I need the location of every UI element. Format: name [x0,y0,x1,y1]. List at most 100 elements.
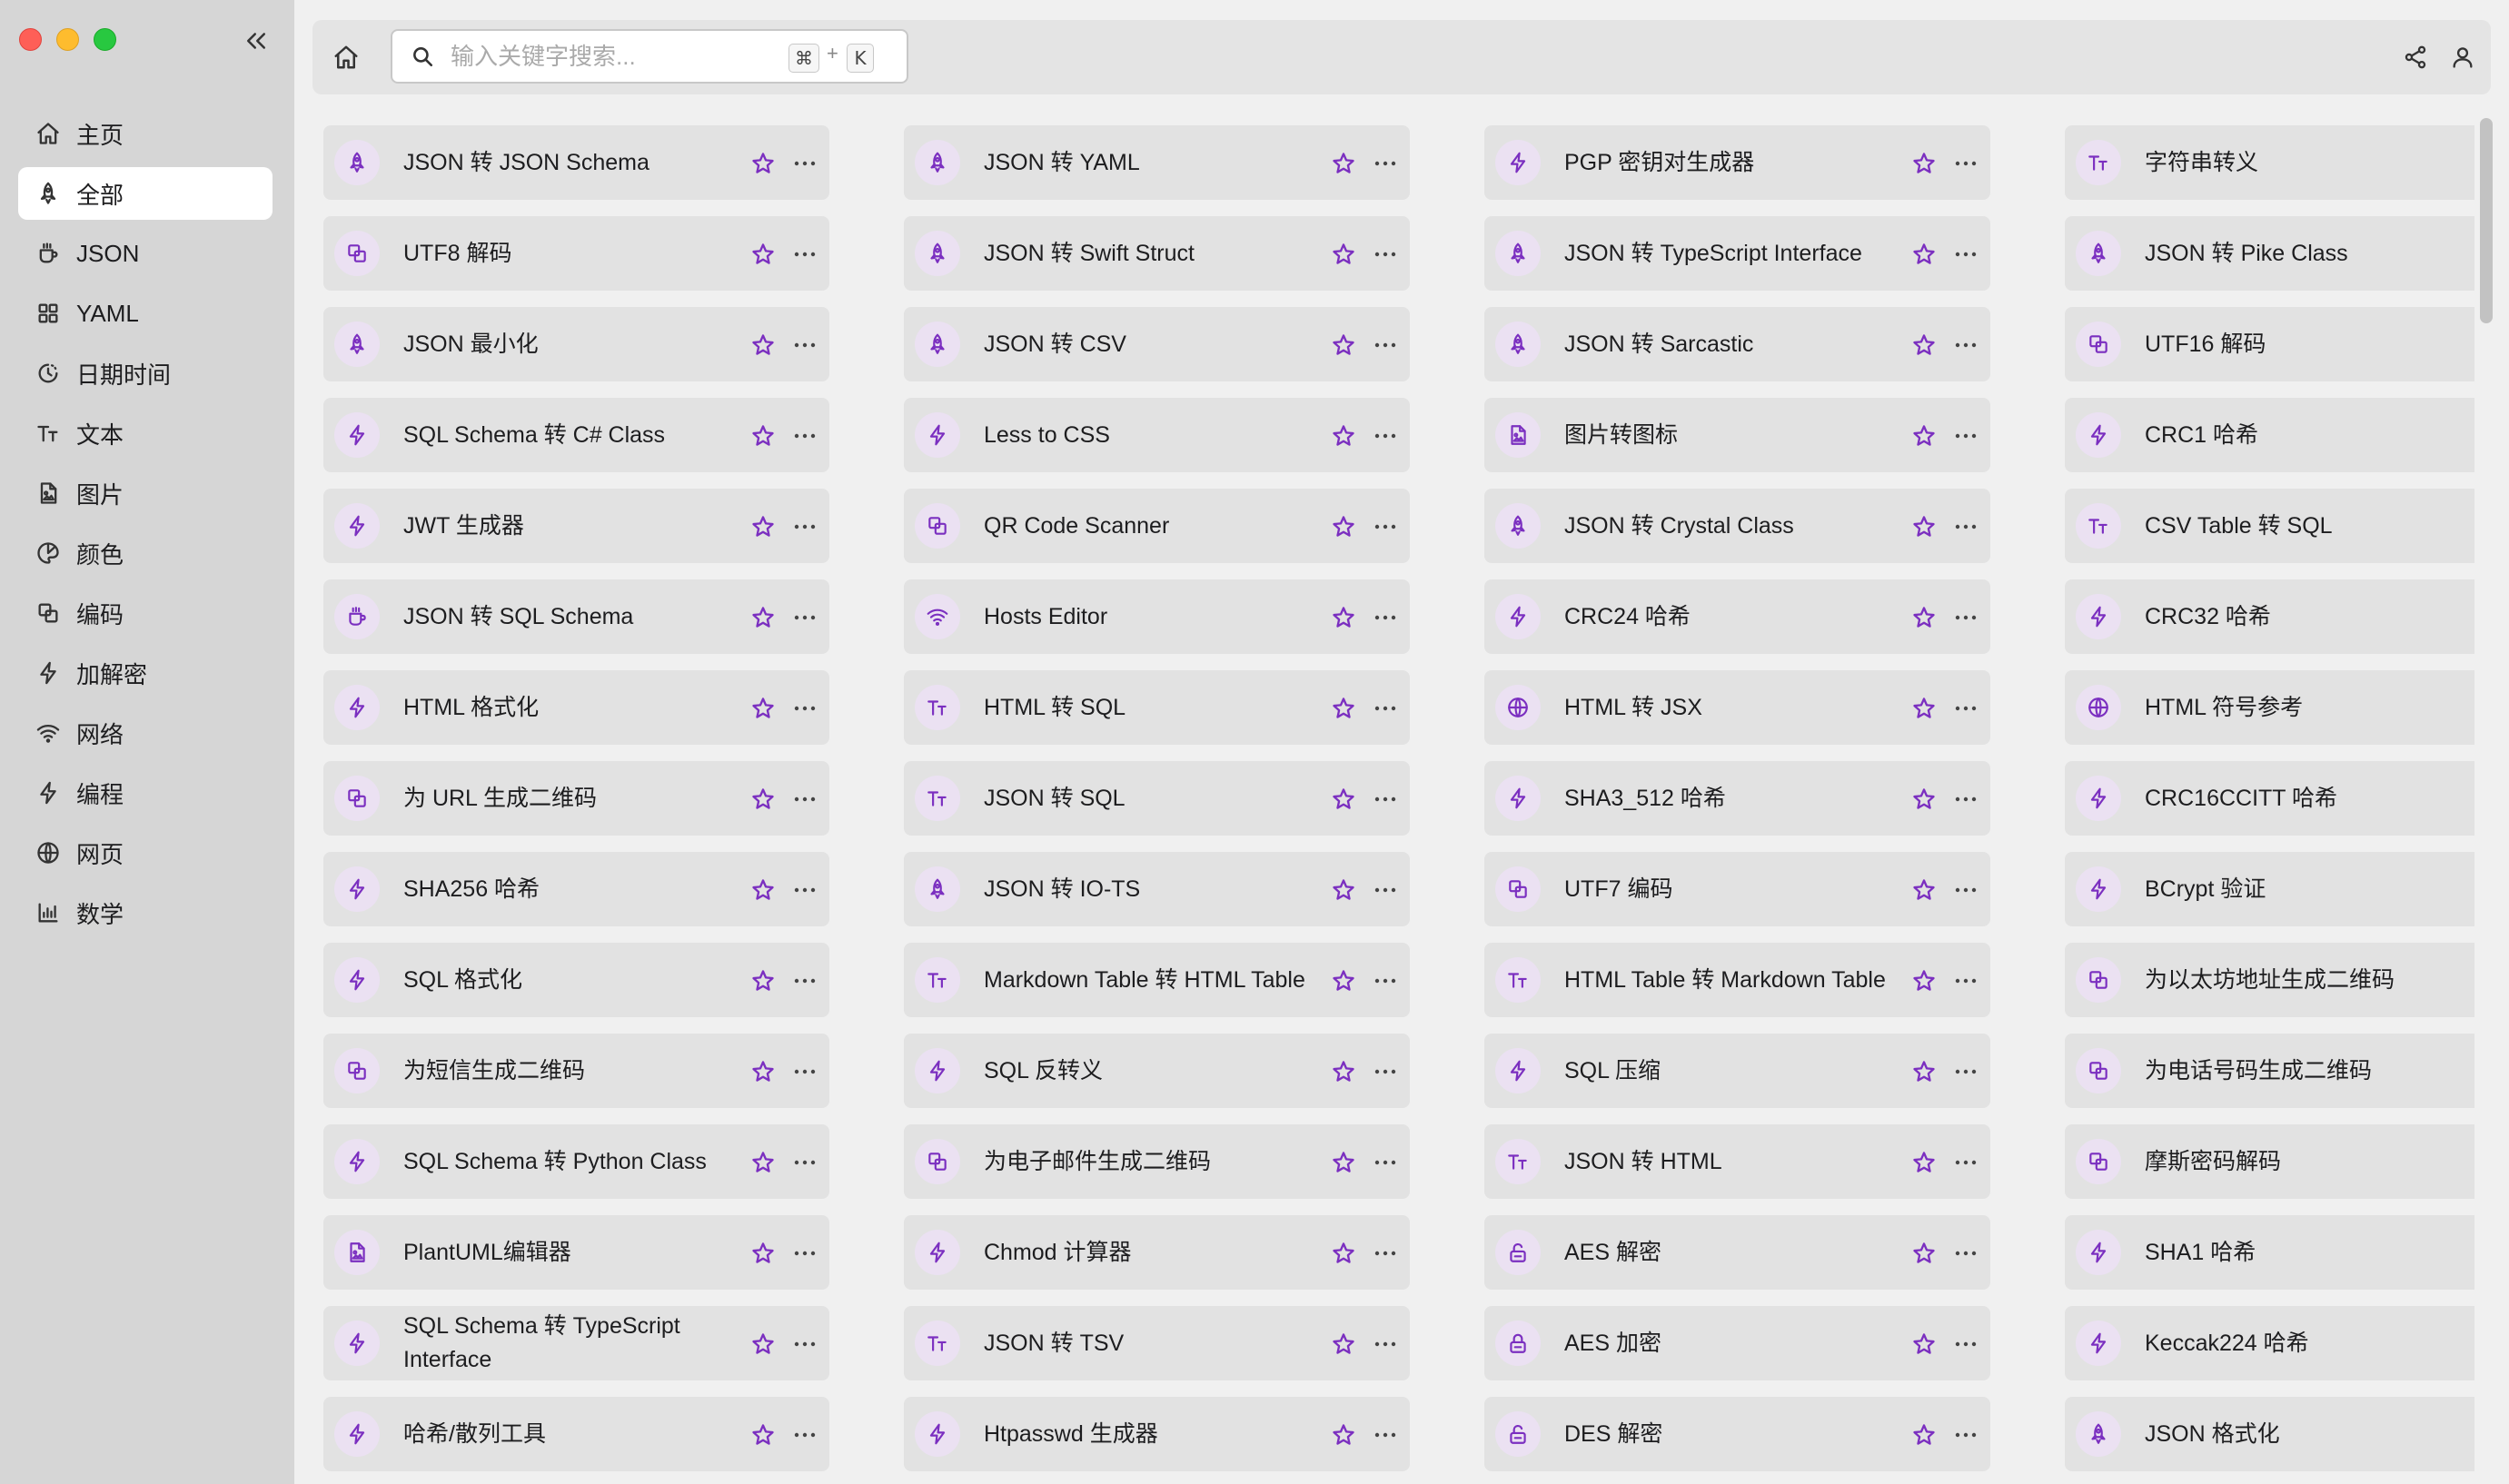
collapse-sidebar-button[interactable] [241,25,272,56]
star-icon[interactable] [749,785,778,814]
tool-card[interactable]: Keccak224 哈希 [2065,1306,2474,1380]
tool-card[interactable]: Hosts Editor [904,579,1410,654]
star-icon[interactable] [1909,331,1939,360]
tool-card[interactable]: 字符串转义 [2065,125,2474,200]
tool-card[interactable]: AES 加密 [1484,1306,1990,1380]
tool-card[interactable]: HTML 符号参考 [2065,670,2474,745]
star-icon[interactable] [1329,966,1358,995]
more-options-icon[interactable] [790,694,819,723]
tool-card[interactable]: CRC32 哈希 [2065,579,2474,654]
star-icon[interactable] [1909,1148,1939,1177]
sidebar-item-3[interactable]: YAML [18,287,273,340]
home-button[interactable] [329,40,363,74]
star-icon[interactable] [749,1239,778,1268]
more-options-icon[interactable] [1951,1057,1980,1086]
star-icon[interactable] [1909,603,1939,632]
star-icon[interactable] [1909,966,1939,995]
sidebar-item-8[interactable]: 编码 [18,587,273,639]
sidebar-item-4[interactable]: 日期时间 [18,347,273,400]
star-icon[interactable] [749,240,778,269]
tool-card[interactable]: CRC16CCITT 哈希 [2065,761,2474,836]
star-icon[interactable] [749,694,778,723]
tool-card[interactable]: SQL 反转义 [904,1034,1410,1108]
more-options-icon[interactable] [1371,512,1400,541]
more-options-icon[interactable] [790,421,819,450]
more-options-icon[interactable] [790,1148,819,1177]
tool-card[interactable]: 哈希/散列工具 [323,1397,829,1471]
more-options-icon[interactable] [790,876,819,905]
more-options-icon[interactable] [1951,1420,1980,1449]
tool-card[interactable]: SQL 格式化 [323,943,829,1017]
star-icon[interactable] [1909,694,1939,723]
sidebar-item-10[interactable]: 网络 [18,707,273,759]
star-icon[interactable] [1909,149,1939,178]
tool-card[interactable]: CSV Table 转 SQL [2065,489,2474,563]
tool-card[interactable]: 为 URL 生成二维码 [323,761,829,836]
more-options-icon[interactable] [790,1330,819,1359]
tool-card[interactable]: SHA3_512 哈希 [1484,761,1990,836]
tool-card[interactable]: Markdown Table 转 HTML Table [904,943,1410,1017]
star-icon[interactable] [1909,1330,1939,1359]
more-options-icon[interactable] [1951,512,1980,541]
sidebar-item-9[interactable]: 加解密 [18,647,273,699]
more-options-icon[interactable] [1951,966,1980,995]
search-input[interactable] [449,41,794,72]
more-options-icon[interactable] [1951,603,1980,632]
star-icon[interactable] [1329,1330,1358,1359]
more-options-icon[interactable] [1371,1239,1400,1268]
more-options-icon[interactable] [1371,694,1400,723]
star-icon[interactable] [1329,603,1358,632]
tool-card[interactable]: AES 解密 [1484,1215,1990,1290]
more-options-icon[interactable] [790,1057,819,1086]
sidebar-item-0[interactable]: 主页 [18,107,273,160]
account-button[interactable] [2445,40,2480,74]
tool-card[interactable]: Less to CSS [904,398,1410,472]
more-options-icon[interactable] [790,785,819,814]
more-options-icon[interactable] [1371,1148,1400,1177]
tool-card[interactable]: 为电子邮件生成二维码 [904,1124,1410,1199]
tool-card[interactable]: HTML 转 SQL [904,670,1410,745]
close-window-button[interactable] [19,28,42,51]
tool-card[interactable]: QR Code Scanner [904,489,1410,563]
more-options-icon[interactable] [1951,785,1980,814]
tool-card[interactable]: JSON 转 Swift Struct [904,216,1410,291]
tool-card[interactable]: JSON 最小化 [323,307,829,381]
more-options-icon[interactable] [1371,421,1400,450]
star-icon[interactable] [1329,1239,1358,1268]
star-icon[interactable] [1909,785,1939,814]
star-icon[interactable] [749,421,778,450]
more-options-icon[interactable] [790,1420,819,1449]
more-options-icon[interactable] [1951,421,1980,450]
star-icon[interactable] [1909,421,1939,450]
more-options-icon[interactable] [790,240,819,269]
tool-card[interactable]: PGP 密钥对生成器 [1484,125,1990,200]
tool-card[interactable]: HTML Table 转 Markdown Table [1484,943,1990,1017]
tool-card[interactable]: UTF16 解码 [2065,307,2474,381]
star-icon[interactable] [1329,331,1358,360]
tool-card[interactable]: JSON 转 SQL [904,761,1410,836]
star-icon[interactable] [1329,876,1358,905]
tool-card[interactable]: 为短信生成二维码 [323,1034,829,1108]
share-button[interactable] [2398,40,2433,74]
tool-card[interactable]: SQL 压缩 [1484,1034,1990,1108]
more-options-icon[interactable] [1951,876,1980,905]
tool-card[interactable]: 摩斯密码解码 [2065,1124,2474,1199]
more-options-icon[interactable] [790,512,819,541]
tool-card[interactable]: BCrypt 验证 [2065,852,2474,926]
more-options-icon[interactable] [1951,694,1980,723]
star-icon[interactable] [1909,512,1939,541]
more-options-icon[interactable] [1371,785,1400,814]
sidebar-item-13[interactable]: 数学 [18,886,273,939]
tool-card[interactable]: SQL Schema 转 TypeScript Interface [323,1306,829,1380]
more-options-icon[interactable] [1371,149,1400,178]
sidebar-item-5[interactable]: 文本 [18,407,273,460]
sidebar-item-1[interactable]: 全部 [18,167,273,220]
tool-card[interactable]: HTML 转 JSX [1484,670,1990,745]
tool-card[interactable]: 为电话号码生成二维码 [2065,1034,2474,1108]
sidebar-item-6[interactable]: 图片 [18,467,273,519]
tool-card[interactable]: JSON 转 SQL Schema [323,579,829,654]
tool-card[interactable]: HTML 格式化 [323,670,829,745]
star-icon[interactable] [1329,512,1358,541]
more-options-icon[interactable] [790,603,819,632]
more-options-icon[interactable] [1951,149,1980,178]
